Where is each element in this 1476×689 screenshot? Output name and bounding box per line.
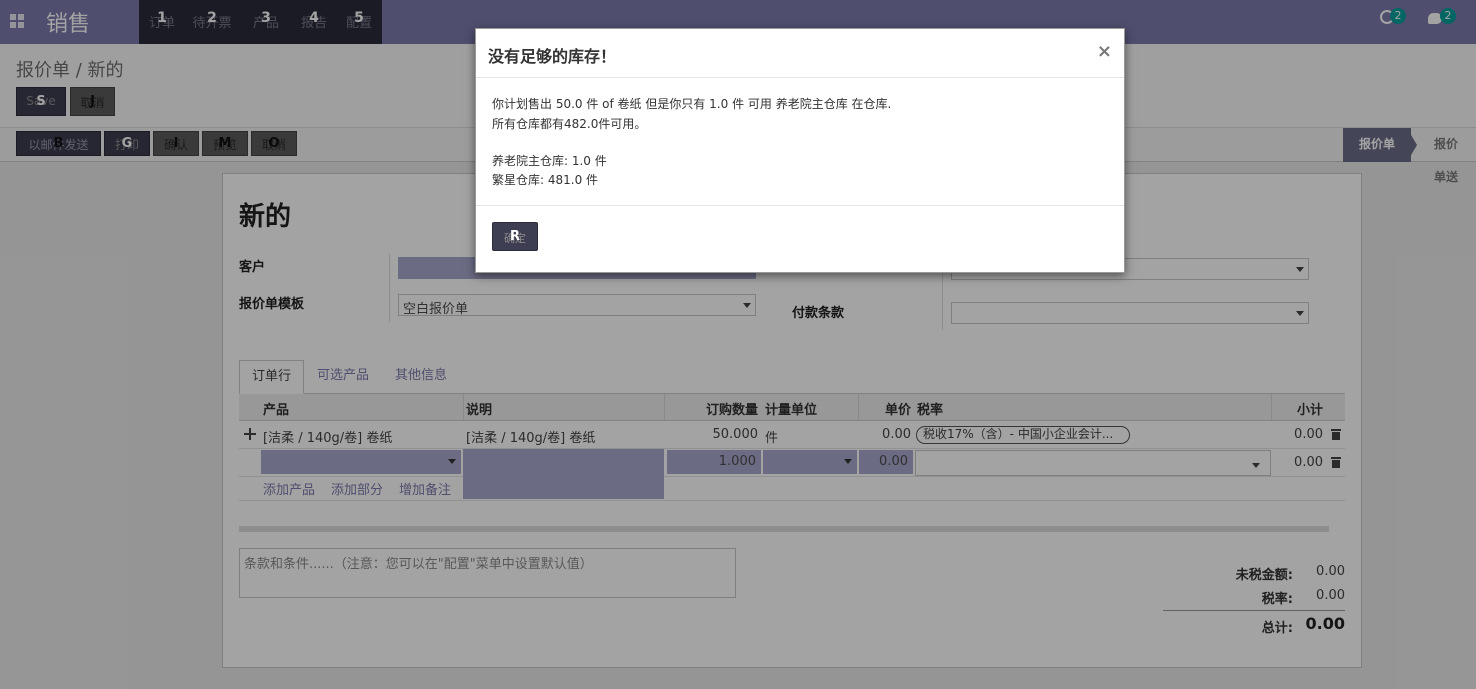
close-icon[interactable]: × xyxy=(1097,41,1112,62)
dialog-message-line: 繁星仓库: 481.0 件 xyxy=(492,173,599,187)
ok-button[interactable]: 确定 R xyxy=(492,222,538,251)
dialog-message-line: 养老院主仓库: 1.0 件 xyxy=(492,154,607,168)
dialog-header-divider xyxy=(476,77,1124,78)
dialog-footer-divider xyxy=(476,205,1124,206)
dialog-message-line: 所有仓库都有482.0件可用。 xyxy=(492,117,647,131)
insufficient-stock-dialog: 没有足够的库存！ × 你计划售出 50.0 件 of 卷纸 但是你只有 1.0 … xyxy=(475,28,1125,273)
dialog-title: 没有足够的库存！ xyxy=(488,47,617,66)
shortcut-hint: R xyxy=(509,229,520,244)
dialog-message-line: 你计划售出 50.0 件 of 卷纸 但是你只有 1.0 件 可用 养老院主仓库… xyxy=(492,97,892,111)
